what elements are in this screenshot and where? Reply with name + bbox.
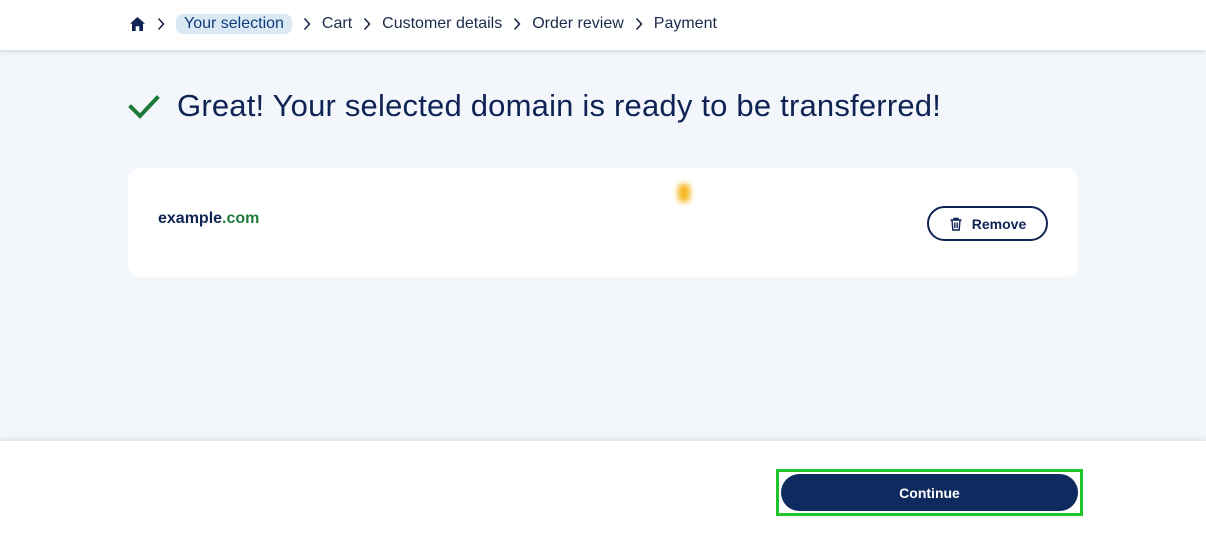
domain-card: example.com Remove [128, 168, 1078, 277]
check-icon [128, 95, 160, 119]
chevron-right-icon [633, 17, 645, 31]
breadcrumb-your-selection: Your selection [176, 14, 292, 34]
price-block-blurred [678, 184, 788, 264]
domain-tld: .com [222, 210, 260, 227]
page-title: Great! Your selected domain is ready to … [177, 88, 942, 123]
continue-button[interactable]: Continue [781, 474, 1078, 511]
chevron-right-icon [361, 17, 373, 31]
trash-icon [950, 217, 962, 231]
remove-button[interactable]: Remove [927, 206, 1048, 241]
breadcrumb: Your selection Cart Customer details Ord… [128, 13, 717, 35]
breadcrumb-order-review: Order review [532, 15, 624, 32]
home-icon [129, 17, 145, 31]
domain-label: example [158, 210, 223, 227]
breadcrumb-payment: Payment [653, 15, 717, 32]
chevron-right-icon [155, 17, 167, 31]
top-bar: Your selection Cart Customer details Ord… [0, 0, 1206, 50]
domain-name: example.com [158, 210, 259, 228]
breadcrumb-cart: Cart [321, 15, 353, 32]
remove-button-label: Remove [971, 215, 1027, 232]
promo-badge [678, 184, 690, 202]
breadcrumb-home[interactable] [128, 15, 146, 33]
chevron-right-icon [301, 17, 313, 31]
chevron-right-icon [511, 17, 523, 31]
breadcrumb-customer-details: Customer details [382, 15, 503, 32]
success-headline: Great! Your selected domain is ready to … [128, 88, 941, 124]
